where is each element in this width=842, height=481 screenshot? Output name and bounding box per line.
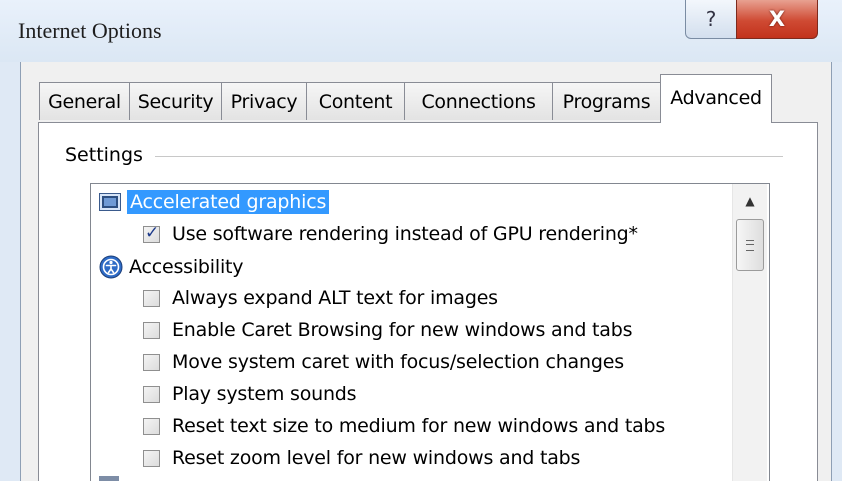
setting-enable-caret-browsing[interactable]: Enable Caret Browsing for new windows an… (143, 315, 632, 345)
setting-reset-text-size[interactable]: Reset text size to medium for new window… (143, 411, 665, 441)
checkbox[interactable] (143, 353, 160, 371)
setting-label: Enable Caret Browsing for new windows an… (172, 319, 633, 341)
scrollbar-thumb[interactable] (736, 219, 764, 271)
tab-connections[interactable]: Connections (404, 82, 553, 120)
close-button[interactable]: X (736, 0, 818, 39)
setting-play-system-sounds[interactable]: Play system sounds (143, 379, 357, 409)
tree-category-accessibility[interactable]: Accessibility (99, 252, 244, 282)
monitor-icon (99, 193, 121, 211)
tab-general[interactable]: General (39, 82, 130, 120)
next-category-icon (99, 476, 119, 481)
checkbox[interactable] (143, 385, 160, 403)
setting-label: Reset zoom level for new windows and tab… (172, 447, 581, 469)
scroll-up-arrow-icon[interactable]: ▲ (733, 184, 767, 218)
tree-category-accelerated-graphics[interactable]: Accelerated graphics (99, 187, 330, 217)
settings-group-label: Settings (65, 144, 149, 166)
setting-always-expand-alt-text[interactable]: Always expand ALT text for images (143, 283, 498, 313)
accessibility-icon (99, 255, 123, 279)
window-title: Internet Options (18, 18, 162, 43)
checkbox[interactable] (143, 417, 160, 435)
checkbox[interactable] (143, 223, 160, 243)
checkbox[interactable] (143, 289, 160, 307)
help-icon: ? (705, 7, 717, 31)
settings-group-divider (155, 156, 783, 157)
tab-advanced[interactable]: Advanced (660, 74, 772, 123)
setting-label: Always expand ALT text for images (172, 287, 498, 309)
setting-label: Reset text size to medium for new window… (172, 415, 666, 437)
tab-security[interactable]: Security (129, 82, 222, 120)
setting-use-software-rendering[interactable]: Use software rendering instead of GPU re… (143, 219, 638, 249)
checkbox[interactable] (143, 449, 160, 467)
setting-reset-zoom-level[interactable]: Reset zoom level for new windows and tab… (143, 443, 580, 473)
title-bar: Internet Options ? X (0, 0, 842, 62)
setting-label: Use software rendering instead of GPU re… (172, 223, 638, 245)
tab-programs[interactable]: Programs (552, 82, 661, 120)
setting-move-system-caret[interactable]: Move system caret with focus/selection c… (143, 347, 624, 377)
grip-icon (746, 239, 754, 251)
category-label: Accessibility (129, 256, 244, 278)
setting-label: Move system caret with focus/selection c… (172, 351, 624, 373)
tab-content[interactable]: Content (306, 82, 405, 120)
help-button[interactable]: ? (685, 0, 737, 39)
close-icon: X (768, 7, 786, 31)
checkbox[interactable] (143, 321, 160, 339)
category-label: Accelerated graphics (127, 190, 330, 214)
setting-label: Play system sounds (172, 383, 357, 405)
settings-scrollbar[interactable]: ▲ (732, 184, 767, 481)
settings-tree[interactable]: Accelerated graphics Use software render… (90, 183, 770, 481)
tab-strip: General Security Privacy Content Connect… (39, 74, 819, 123)
tab-privacy[interactable]: Privacy (221, 82, 307, 120)
